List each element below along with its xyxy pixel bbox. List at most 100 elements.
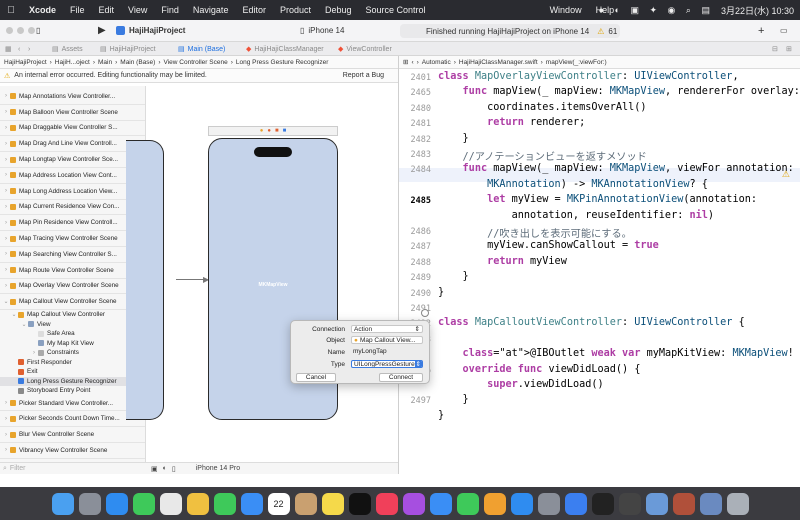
outline-scene[interactable]: › Map Tracing View Controller Scene [0, 231, 145, 247]
safari-icon[interactable] [105, 492, 128, 515]
outline-scene[interactable]: › Map Drag And Line View Controll... [0, 136, 145, 153]
code-line[interactable]: return myView [438, 256, 567, 267]
outline-scene[interactable]: › Map Searching View Controller S... [0, 247, 145, 263]
tab-project[interactable]: ▤ HajiHajiProject [100, 43, 156, 55]
contacts-icon[interactable] [294, 492, 317, 515]
scheme-selector[interactable]: ▯ iPhone 14 [300, 26, 344, 35]
app-store-icon[interactable] [510, 492, 533, 515]
crumb-scene[interactable]: View Controller Scene [164, 59, 228, 66]
add-icon[interactable]: + [758, 25, 764, 37]
chevron-right-icon[interactable]: › [2, 400, 10, 406]
outline-child-item[interactable]: › Constraints [0, 348, 145, 358]
code-line[interactable]: class MapCalloutViewController: UIViewCo… [438, 317, 745, 328]
outline-scene[interactable]: › Map Longtap View Controller Sce... [0, 152, 145, 168]
tv-icon[interactable] [348, 492, 371, 515]
inspector-toggle-icon[interactable]: ▭ [780, 26, 788, 35]
preview-icon[interactable] [645, 492, 668, 515]
menu-product[interactable]: Product [273, 5, 318, 15]
tab-assets[interactable]: ▤ Assets [52, 43, 83, 55]
segue-line[interactable] [176, 279, 206, 280]
window-controls[interactable] [6, 27, 35, 34]
music-icon[interactable] [375, 492, 398, 515]
code-line[interactable]: } [438, 410, 444, 421]
device-config-icon[interactable]: ▣ [151, 465, 158, 473]
code-line[interactable]: super.viewDidLoad() [438, 379, 604, 390]
type-field[interactable]: UILongPressGestureR ⇕ [351, 360, 423, 368]
outline-scene[interactable]: › Vibrancy View Controller Scene [0, 443, 145, 459]
trash-icon[interactable] [726, 492, 749, 515]
code-line[interactable]: class MapOverlayViewController: UIViewCo… [438, 71, 739, 82]
chevron-right-icon[interactable]: › [2, 447, 10, 453]
menu-source-control[interactable]: Source Control [359, 5, 433, 15]
apple-icon[interactable]:  [0, 5, 22, 16]
tab-class-manager[interactable]: ◆ HajiHajiClassManager [246, 43, 324, 55]
chevron-right-icon[interactable]: › [2, 267, 10, 273]
launchpad-icon[interactable] [78, 492, 101, 515]
code-line[interactable]: //吹き出しを表示可能にする。 [438, 225, 632, 240]
breakpoint-icon[interactable] [421, 309, 429, 317]
notes-icon[interactable] [321, 492, 344, 515]
orientation-icon[interactable]: ▯ [172, 465, 176, 473]
status-icons[interactable]: ● ◐ ▣ ✦ ◉ ⌕ ▤ [599, 5, 714, 16]
podcasts-icon[interactable] [402, 492, 425, 515]
chevron-right-icon[interactable]: › [2, 188, 10, 194]
tab-view-controller[interactable]: ◆ ViewController [338, 43, 392, 55]
outline-scene[interactable]: › Picker Standard View Controller... [0, 396, 145, 412]
outline-scene[interactable]: › Map Draggable View Controller S... [0, 121, 145, 137]
view-controller-icon[interactable]: ● [260, 128, 264, 134]
editor-options-icon[interactable]: ⊞ [786, 43, 792, 55]
chevron-right-icon[interactable]: › [2, 157, 10, 163]
menu-app[interactable]: Xcode [22, 5, 63, 15]
chrome-icon[interactable] [159, 492, 182, 515]
code-line[interactable]: override func viewDidLoad() { [438, 364, 641, 375]
code-line[interactable]: } [438, 271, 469, 282]
chevron-down-icon[interactable]: ⌄ [10, 311, 18, 318]
outline-child-item[interactable]: Storyboard Entry Point [0, 386, 145, 396]
forward-icon[interactable]: › [28, 43, 30, 55]
chevron-right-icon[interactable]: › [2, 416, 10, 422]
cancel-button[interactable]: Cancel [296, 373, 336, 382]
code-line[interactable]: annotation, reuseIdentifier: nil) [438, 210, 714, 221]
code-line[interactable]: MKAnnotation) -> MKAnnotationView? { [438, 179, 708, 190]
chevron-right-icon[interactable]: › [2, 93, 10, 99]
outline-filter[interactable]: ⌕ Filter [0, 462, 146, 474]
settings-icon[interactable] [537, 492, 560, 515]
code-line[interactable]: //アノテーションビューを返すメソッド [438, 148, 647, 163]
appearance-icon[interactable]: ◐ [163, 465, 167, 472]
code-line[interactable]: class="at">@IBOutlet weak var myMapKitVi… [438, 348, 794, 359]
crumb-gesture[interactable]: Long Press Gesture Recognizer [236, 59, 329, 66]
outline-child-item[interactable]: ⌄ Map Callout View Controller [0, 310, 145, 320]
connect-button[interactable]: Connect [379, 373, 423, 382]
code-line[interactable]: func mapView(_ mapView: MKMapView, viewF… [438, 163, 794, 174]
chevron-right-icon[interactable]: › [2, 251, 10, 257]
first-responder-icon[interactable]: ● [267, 128, 271, 134]
project-name[interactable]: HajiHajiProject [129, 26, 185, 35]
back-icon[interactable]: ‹ [411, 59, 413, 66]
archive-icon[interactable] [672, 492, 695, 515]
run-icon[interactable]: ▶ [98, 25, 106, 36]
warning-icon[interactable]: ⚠ [782, 170, 790, 180]
messages-icon[interactable] [132, 492, 155, 515]
calendar-icon[interactable]: 22 [267, 492, 290, 515]
forward-icon[interactable]: › [417, 59, 419, 66]
code-line[interactable]: } [438, 287, 444, 298]
code-line[interactable]: } [438, 394, 469, 405]
outline-scene[interactable]: › Map Overlay View Controller Scene [0, 279, 145, 295]
menu-edit[interactable]: Edit [92, 5, 122, 15]
object-select[interactable]: ● Map Callout View... [351, 336, 423, 344]
code-editor[interactable]: 2401 2465 2480 2481 2482 2483 2484 2485 2486 2487… [399, 69, 800, 474]
outline-scene[interactable]: › Blur View Controller Scene [0, 427, 145, 444]
report-bug-button[interactable]: Report a Bug [343, 72, 384, 79]
outline-scene[interactable]: › Map Long Address Location View... [0, 184, 145, 200]
split-editor-icon[interactable]: ⊟ [772, 43, 778, 55]
facetime-icon[interactable] [213, 492, 236, 515]
crumb-main[interactable]: Main [98, 59, 112, 66]
chevron-right-icon[interactable]: › [2, 172, 10, 178]
outline-child-item[interactable]: Exit [0, 367, 145, 377]
keynote-icon[interactable] [429, 492, 452, 515]
photos-icon[interactable] [186, 492, 209, 515]
code-line[interactable]: } [438, 133, 469, 144]
crumb-group[interactable]: HajiH...oject [55, 59, 90, 66]
device-label[interactable]: iPhone 14 Pro [196, 465, 240, 472]
mail-icon[interactable] [240, 492, 263, 515]
